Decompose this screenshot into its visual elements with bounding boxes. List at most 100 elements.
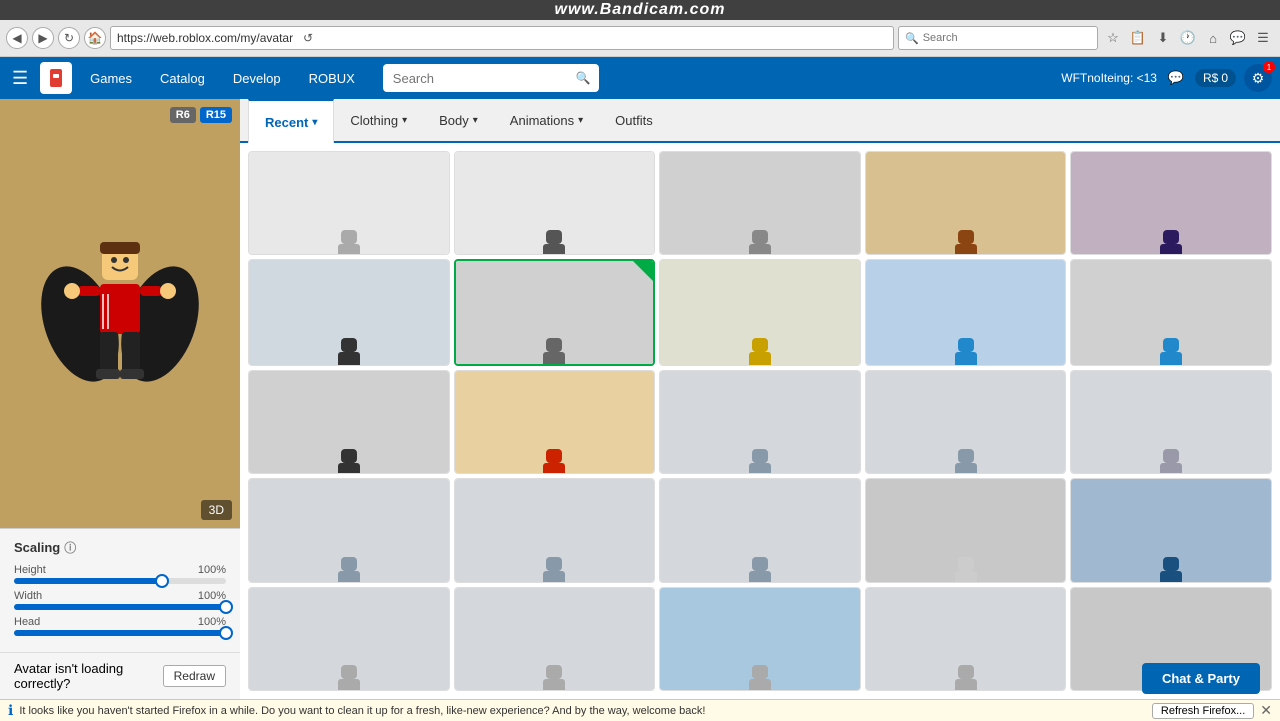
refresh-firefox-button[interactable]: Refresh Firefox... <box>1152 703 1254 719</box>
scaling-title: Scaling ⓘ <box>14 539 226 556</box>
address-bar[interactable]: https://web.roblox.com/my/avatar ↺ <box>110 26 894 50</box>
item-thumbnail <box>249 479 449 582</box>
close-notification-button[interactable]: ✕ <box>1260 702 1272 719</box>
hamburger-menu[interactable]: ☰ <box>8 64 32 93</box>
item-thumbnail <box>866 152 1066 255</box>
item-card[interactable]: Lance's Energy ... <box>1070 259 1272 365</box>
height-slider-track <box>14 578 226 584</box>
head-slider-fill <box>14 630 226 636</box>
nav-chat-icon[interactable]: 💬 <box>1165 67 1187 89</box>
items-tabs: Recent▾Clothing▾Body▾Animations▾Outfits <box>240 99 1280 143</box>
item-card[interactable]: Man Left Arm <box>865 370 1067 474</box>
item-thumbnail <box>249 260 449 365</box>
item-card[interactable]: Ninjago Jay's M... <box>1070 478 1272 582</box>
reading-list-button[interactable]: 📋 <box>1127 27 1149 49</box>
tab-body[interactable]: Body▾ <box>423 99 494 142</box>
item-card[interactable]: Star-Lord's Blas... <box>248 370 450 474</box>
tab-recent[interactable]: Recent▾ <box>248 99 334 143</box>
item-card[interactable]: Man Right Leg <box>454 478 656 582</box>
item-card[interactable]: General pants p... <box>248 151 450 255</box>
settings-button[interactable]: ⚙ 1 <box>1244 64 1272 92</box>
item-thumbnail <box>249 152 449 255</box>
reload-button[interactable]: ↻ <box>58 27 80 49</box>
height-value: 100% <box>198 564 226 576</box>
refresh-button[interactable]: ↺ <box>297 27 319 49</box>
width-label: Width <box>14 590 42 602</box>
settings-badge: 1 <box>1263 61 1275 73</box>
robux-value: 0 <box>1221 71 1228 85</box>
bookmark-star-button[interactable]: ☆ <box>1102 27 1124 49</box>
head-scaling-row: Head 100% <box>14 616 226 636</box>
item-card[interactable]: Man Face <box>659 478 861 582</box>
scaling-section: Scaling ⓘ Height 100% Width 100% <box>0 528 240 652</box>
item-card[interactable]: AstroPax <box>659 151 861 255</box>
search-icon: 🔍 <box>576 71 591 85</box>
width-slider-thumb[interactable] <box>219 600 233 614</box>
item-thumbnail <box>455 479 655 582</box>
tab-animations[interactable]: Animations▾ <box>494 99 599 142</box>
browser-search-input[interactable] <box>923 32 1063 44</box>
r15-badge[interactable]: R15 <box>200 107 232 123</box>
roblox-logo[interactable] <box>40 62 72 94</box>
item-card[interactable]: Item 24 <box>865 587 1067 691</box>
item-card[interactable]: Man Left Leg <box>248 478 450 582</box>
height-slider-thumb[interactable] <box>155 574 169 588</box>
item-card[interactable]: Black Jacket wi... <box>248 259 450 365</box>
notification-icon: ℹ <box>8 702 13 719</box>
nav-develop[interactable]: Develop <box>223 57 291 99</box>
item-card[interactable]: Lightning McQu... <box>454 370 656 474</box>
browser-search-bar[interactable]: 🔍 <box>898 26 1098 50</box>
item-thumbnail <box>660 260 860 365</box>
info-icon: ⓘ <box>64 539 76 556</box>
nav-search-input[interactable] <box>383 64 599 92</box>
nav-games[interactable]: Games <box>80 57 142 99</box>
item-card[interactable]: Hunk's Energy C... <box>659 259 861 365</box>
item-selected-badge <box>633 261 653 281</box>
view-3d-button[interactable]: 3D <box>201 500 232 520</box>
tab-outfits[interactable]: Outfits <box>599 99 673 142</box>
browser-toolbar: ◀ ▶ ↻ 🏠 https://web.roblox.com/my/avatar… <box>0 20 1280 56</box>
item-card[interactable]: Brown Charmer... <box>865 151 1067 255</box>
robux-counter[interactable]: R$ 0 <box>1195 69 1236 87</box>
item-card[interactable]: Item 21 <box>248 587 450 691</box>
item-card[interactable]: The Bird Says___... <box>865 259 1067 365</box>
item-card[interactable]: Check It <box>454 151 656 255</box>
item-card[interactable]: M3G4 Bot <box>454 259 656 365</box>
item-thumbnail <box>249 371 449 474</box>
downloads-button[interactable]: ⬇ <box>1152 27 1174 49</box>
robux-icon: R$ <box>1203 71 1218 85</box>
item-card[interactable]: Man Torso <box>1070 370 1272 474</box>
nav-catalog[interactable]: Catalog <box>150 57 215 99</box>
avatar-panel: R6 R15 <box>0 99 240 699</box>
nav-right: WFTnoIteing: <13 💬 R$ 0 ⚙ 1 <box>1061 64 1272 92</box>
item-card[interactable]: Item 22 <box>454 587 656 691</box>
menu-button[interactable]: ☰ <box>1252 27 1274 49</box>
height-scaling-row: Height 100% <box>14 564 226 584</box>
item-thumbnail <box>249 588 449 691</box>
back-button[interactable]: ◀ <box>6 27 28 49</box>
item-thumbnail <box>660 588 860 691</box>
item-card[interactable]: Item 23 <box>659 587 861 691</box>
history-button[interactable]: 🕐 <box>1177 27 1199 49</box>
item-card[interactable]: Top of the Univ... <box>1070 151 1272 255</box>
r6-badge[interactable]: R6 <box>170 107 196 123</box>
item-thumbnail <box>866 588 1066 691</box>
item-card[interactable]: Man Right Arm <box>659 370 861 474</box>
tab-clothing[interactable]: Clothing▾ <box>334 99 423 142</box>
width-slider-track <box>14 604 226 610</box>
head-slider-thumb[interactable] <box>219 626 233 640</box>
forward-button[interactable]: ▶ <box>32 27 54 49</box>
chat-icon-btn[interactable]: 💬 <box>1227 27 1249 49</box>
chat-party-button[interactable]: Chat & Party <box>1142 663 1260 694</box>
head-label: Head <box>14 616 40 628</box>
nav-robux[interactable]: ROBUX <box>299 57 365 99</box>
avatar-figure <box>40 214 200 414</box>
item-thumbnail <box>1071 479 1271 582</box>
browser-home-btn2[interactable]: ⌂ <box>1202 27 1224 49</box>
item-card[interactable]: SemiTranspare... <box>865 478 1067 582</box>
home-button[interactable]: 🏠 <box>84 27 106 49</box>
roblox-logo-icon <box>44 66 68 90</box>
browser-titlebar: www.Bandicam.com <box>0 0 1280 20</box>
toolbar-icons: ☆ 📋 ⬇ 🕐 ⌂ 💬 ☰ <box>1102 27 1274 49</box>
redraw-button[interactable]: Redraw <box>163 665 226 687</box>
